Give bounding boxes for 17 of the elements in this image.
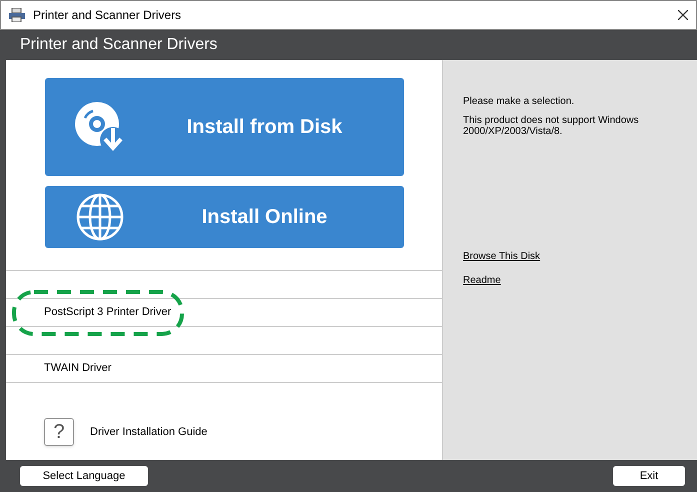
help-icon[interactable]: ? [44, 418, 74, 446]
info-link[interactable]: Browse This Disk [463, 249, 540, 264]
info-message: Please make a selection. [463, 96, 576, 107]
info-message: This product does not support Windows 2000/XP/2003/Vista/8. [463, 115, 640, 137]
driver-list-item[interactable]: PostScript 3 Printer Driver [6, 299, 442, 327]
install-button[interactable]: Install Online [45, 186, 404, 248]
close-icon[interactable] [678, 10, 688, 20]
install-button[interactable]: Install from Disk [45, 78, 404, 176]
globe-icon [75, 192, 125, 242]
window-title: Printer and Scanner Drivers [33, 7, 182, 24]
guide-link[interactable]: Driver Installation Guide [90, 424, 208, 440]
select-language-button[interactable]: Select Language [20, 466, 148, 486]
header-title: Printer and Scanner Drivers [20, 35, 218, 55]
exit-button[interactable]: Exit [613, 466, 685, 486]
info-link[interactable]: Readme [463, 273, 501, 288]
printer-icon [9, 8, 25, 22]
driver-list-item[interactable]: TWAIN Driver [6, 355, 442, 383]
